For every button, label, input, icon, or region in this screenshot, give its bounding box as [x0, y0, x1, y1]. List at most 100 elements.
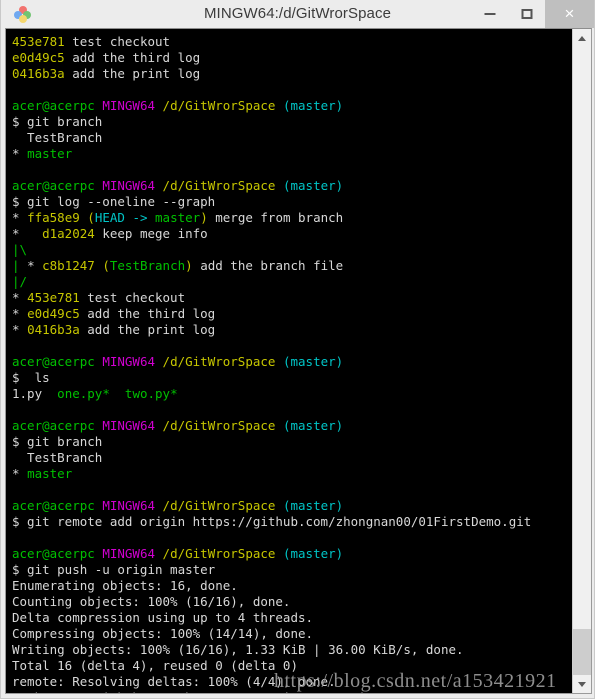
terminal-text: Compressing objects: 100% (14/14), done. — [12, 626, 314, 641]
scrollbar-track[interactable] — [573, 47, 591, 675]
terminal-text: ffa58e9 — [27, 210, 80, 225]
terminal-text: MINGW64 — [102, 546, 156, 561]
terminal-text: $ git remote add origin https://github.c… — [12, 514, 532, 529]
minimize-icon — [484, 13, 495, 15]
maximize-button[interactable] — [508, 0, 545, 28]
terminal-text: ( — [87, 210, 95, 225]
terminal-text: Writing objects: 100% (16/16), 1.33 KiB … — [12, 642, 464, 657]
close-button[interactable]: × — [545, 0, 594, 28]
terminal-text: (master) — [282, 498, 344, 513]
terminal-text: $ git branch — [12, 114, 103, 129]
terminal-text: add the branch file — [192, 258, 344, 273]
scroll-down-button[interactable] — [573, 675, 591, 693]
terminal-text: remote: Resolving deltas: 100% (4/4), do… — [12, 674, 336, 689]
terminal-text: (master) — [282, 418, 344, 433]
terminal-text: * — [27, 258, 43, 273]
terminal-line: acer@acerpc MINGW64 /d/GitWrorSpace (mas… — [12, 354, 572, 370]
terminal-output[interactable]: 453e781 test checkout e0d49c5 add the thi… — [6, 29, 572, 693]
chevron-up-icon — [578, 35, 586, 41]
terminal-text: (master) — [282, 546, 344, 561]
terminal-frame: 453e781 test checkout e0d49c5 add the thi… — [5, 28, 592, 694]
terminal-text: e0d49c5 — [12, 50, 65, 65]
terminal-line: $ git push -u origin master — [12, 562, 572, 578]
terminal-line: |/ — [12, 274, 572, 290]
terminal-text: Counting objects: 100% (16/16), done. — [12, 594, 291, 609]
terminal-text: Total 16 (delta 4), reused 0 (delta 0) — [12, 658, 298, 673]
git-bash-icon — [14, 6, 31, 23]
terminal-text: (master) — [282, 98, 344, 113]
chevron-down-icon — [578, 681, 586, 687]
terminal-line: Total 16 (delta 4), reused 0 (delta 0) — [12, 658, 572, 674]
terminal-line: 453e781 test checkout — [12, 34, 572, 50]
terminal-text: Delta compression using up to 4 threads. — [12, 610, 314, 625]
terminal-text: d1a2024 — [42, 226, 95, 241]
terminal-text: /d/GitWrorSpace — [162, 418, 276, 433]
terminal-text: 453e781 — [27, 290, 80, 305]
scroll-up-button[interactable] — [573, 29, 591, 47]
terminal-text: MINGW64 — [102, 354, 156, 369]
maximize-icon — [521, 9, 532, 19]
terminal-text: 0416b3a — [12, 66, 65, 81]
terminal-line: * 0416b3a add the print log — [12, 322, 572, 338]
terminal-line: Delta compression using up to 4 threads. — [12, 610, 572, 626]
terminal-text: $ git push -u origin master — [12, 562, 216, 577]
terminal-text: add the third log — [64, 50, 201, 65]
title-bar[interactable]: MINGW64:/d/GitWrorSpace × — [1, 0, 594, 29]
terminal-line: * master — [12, 466, 572, 482]
terminal-line: Counting objects: 100% (16/16), done. — [12, 594, 572, 610]
terminal-text: master — [27, 466, 73, 481]
minimize-button[interactable] — [471, 0, 508, 28]
terminal-line: | * c8b1247 (TestBranch) add the branch … — [12, 258, 572, 274]
terminal-text: $ ls — [12, 370, 50, 385]
terminal-text: * — [12, 210, 28, 225]
terminal-text: * — [12, 322, 28, 337]
terminal-text: ) — [185, 258, 193, 273]
terminal-text: /d/GitWrorSpace — [162, 498, 276, 513]
terminal-text: c8b1247 — [42, 258, 95, 273]
terminal-text: |/ — [12, 274, 28, 289]
terminal-line: $ git remote add origin https://github.c… — [12, 514, 572, 530]
terminal-line: Writing objects: 100% (16/16), 1.33 KiB … — [12, 642, 572, 658]
terminal-text: add the print log — [79, 322, 216, 337]
terminal-line: e0d49c5 add the third log — [12, 50, 572, 66]
terminal-scrollbar[interactable] — [572, 29, 591, 693]
terminal-text: 0416b3a — [27, 322, 80, 337]
terminal-text: acer@acerpc — [12, 546, 95, 561]
terminal-line: TestBranch — [12, 450, 572, 466]
terminal-line: $ git branch — [12, 434, 572, 450]
terminal-text: acer@acerpc — [12, 178, 95, 193]
terminal-text: * — [12, 306, 28, 321]
scrollbar-thumb[interactable] — [573, 629, 591, 679]
terminal-line: * 453e781 test checkout — [12, 290, 572, 306]
terminal-text: /d/GitWrorSpace — [162, 354, 276, 369]
terminal-text: two.py* — [124, 386, 178, 401]
terminal-text: e0d49c5 — [27, 306, 80, 321]
terminal-text: acer@acerpc — [12, 354, 95, 369]
close-icon: × — [564, 4, 575, 23]
terminal-text: acer@acerpc — [12, 98, 95, 113]
terminal-line: * master — [12, 146, 572, 162]
terminal-text: /d/GitWrorSpace — [162, 546, 276, 561]
terminal-text: master — [155, 210, 201, 225]
terminal-text: add the third log — [79, 306, 216, 321]
terminal-line: * d1a2024 keep mege info — [12, 226, 572, 242]
terminal-text: * — [12, 226, 43, 241]
terminal-line: acer@acerpc MINGW64 /d/GitWrorSpace (mas… — [12, 98, 572, 114]
terminal-line: remote: Resolving deltas: 100% (4/4), do… — [12, 674, 572, 690]
terminal-text: MINGW64 — [102, 178, 156, 193]
terminal-text: HEAD -> — [94, 210, 156, 225]
